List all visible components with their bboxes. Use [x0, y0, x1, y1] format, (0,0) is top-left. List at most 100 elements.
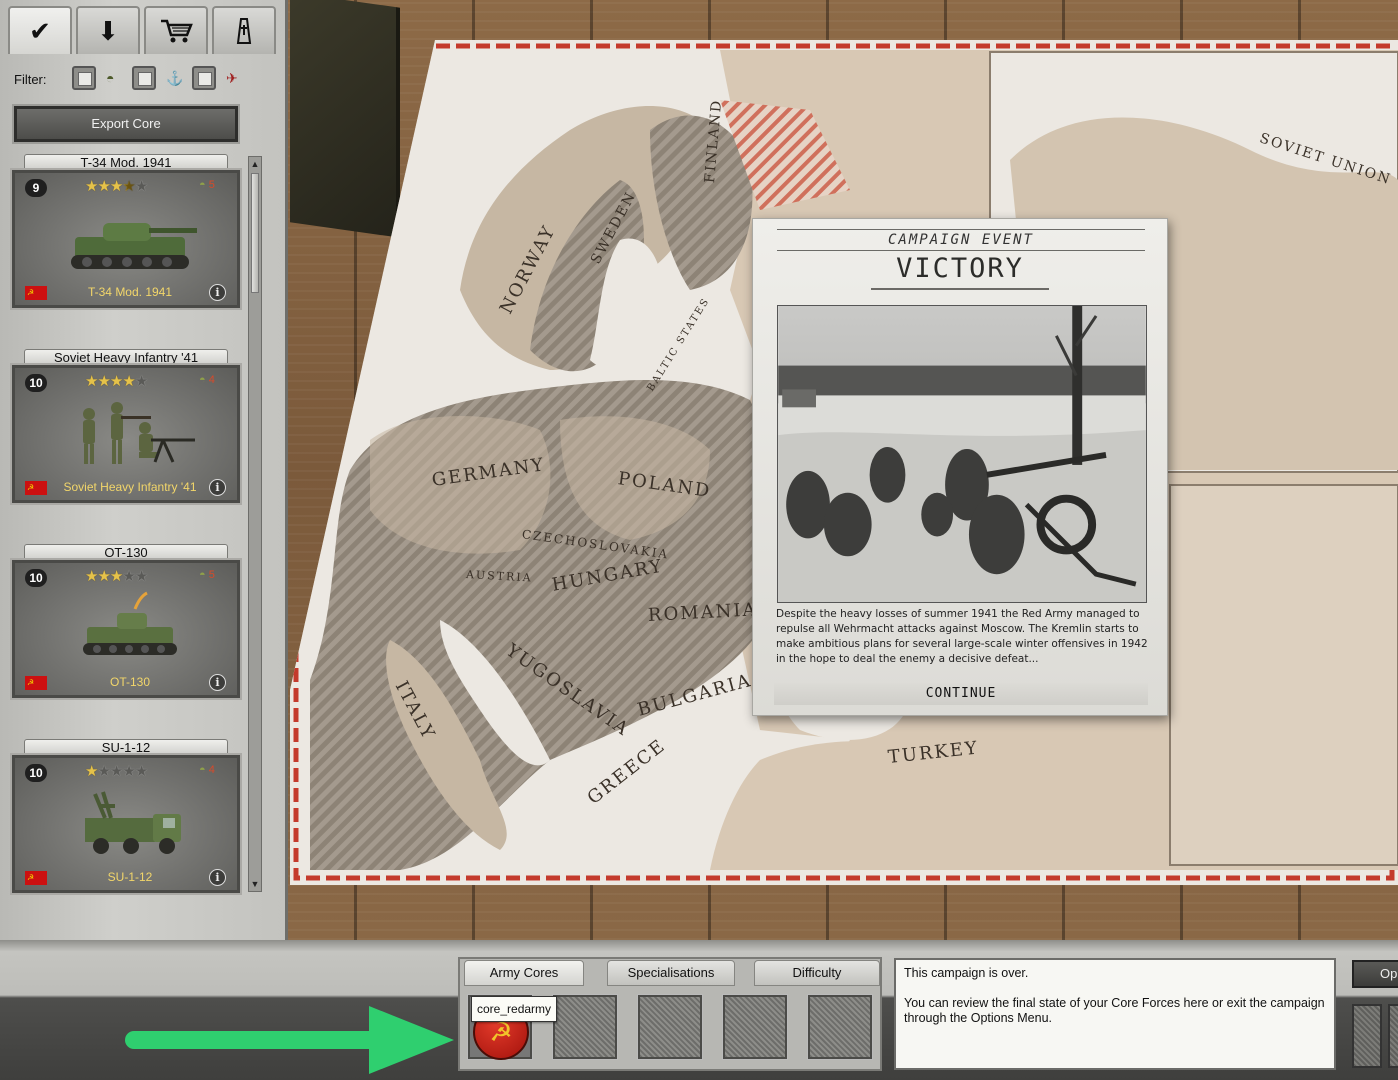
sidebar-tabs: ✔ ⬇ — [8, 6, 280, 54]
t34-tank-image — [71, 223, 197, 269]
unit-strength: ◓ 4 — [199, 374, 215, 386]
info-icon[interactable]: i — [209, 284, 226, 301]
unit-level-badge: 10 — [25, 764, 47, 782]
event-title: VICTORY — [871, 253, 1049, 290]
unit-level-badge: 10 — [25, 374, 47, 392]
star-icon: ★ — [109, 373, 123, 390]
unit-body: 10 ★★★★★ ◓ 4 ☭ Soviet Heavy Infantry '41… — [10, 363, 242, 505]
helmet-icon: ◓ — [199, 764, 206, 776]
side-slot — [1352, 1004, 1382, 1068]
core-slot-empty[interactable] — [637, 994, 703, 1060]
unit-card[interactable]: Soviet Heavy Infantry '41 10 ★★★★★ ◓ 4 ☭… — [10, 349, 242, 505]
helmet-icon: ◓ — [199, 569, 206, 581]
star-icon: ★ — [122, 568, 135, 585]
unit-stars: ★★★★★ — [85, 177, 148, 195]
tab-purchase[interactable] — [144, 6, 208, 54]
unit-stars: ★★★★★ — [85, 372, 148, 390]
unit-body: 9 ★★★★★ ◓ 5 ☭ T-34 Mod. 1941 i — [10, 168, 242, 310]
star-icon: ★ — [85, 178, 98, 195]
info-icon[interactable]: i — [209, 869, 226, 886]
info-icon[interactable]: i — [209, 674, 226, 691]
unit-body: 10 ★★★★★ ◓ 4 ☭ SU-1-12 i — [10, 753, 242, 895]
core-slot-empty[interactable] — [722, 994, 788, 1060]
tab-specialisations[interactable]: Specialisations — [607, 960, 735, 986]
star-icon: ★ — [109, 763, 123, 780]
filter-label: Filter: — [14, 72, 47, 87]
unit-stars: ★★★★★ — [85, 762, 148, 780]
ot130-tank-image — [83, 591, 177, 655]
unit-level-badge: 10 — [25, 569, 47, 587]
unit-body: 10 ★★★★★ ◓ 5 ☭ OT-130 i — [10, 558, 242, 700]
shop-cart-icon — [161, 19, 193, 43]
star-icon: ★ — [85, 373, 98, 390]
campaign-status-panel: This campaign is over. You can review th… — [894, 958, 1336, 1070]
filter-row: Filter: ◓ ⚓ ✈ — [14, 66, 274, 92]
unit-card[interactable]: T-34 Mod. 1941 9 ★★★★★ ◓ 5 ☭ T-34 Mod. 1… — [10, 154, 242, 310]
unit-card[interactable]: SU-1-12 10 ★★★★★ ◓ 4 ☭ SU-1-12 i — [10, 739, 242, 895]
options-button[interactable]: Op — [1352, 960, 1398, 988]
tab-army-cores[interactable]: Army Cores — [464, 960, 584, 986]
bottom-strip — [0, 940, 1398, 952]
anchor-icon: ⚓ — [166, 70, 184, 86]
unit-card[interactable]: OT-130 10 ★★★★★ ◓ 5 ☭ OT-130 i — [10, 544, 242, 700]
star-icon: ★ — [134, 568, 148, 585]
event-photo — [777, 305, 1147, 603]
star-icon: ★ — [85, 763, 98, 780]
filter-ground-checkbox[interactable] — [72, 66, 96, 90]
unit-name: SU-1-12 — [107, 870, 153, 884]
strength-value: 5 — [208, 569, 215, 581]
scroll-thumb[interactable] — [251, 173, 259, 293]
tab-difficulty[interactable]: Difficulty — [754, 960, 880, 986]
unit-stars: ★★★★★ — [85, 567, 148, 585]
unit-level-badge: 9 — [25, 179, 47, 197]
info-icon[interactable]: i — [209, 479, 226, 496]
unit-list: T-34 Mod. 1941 9 ★★★★★ ◓ 5 ☭ T-34 Mod. 1… — [10, 154, 242, 895]
grave-icon — [236, 18, 252, 44]
checkmark-icon: ✔ — [29, 15, 51, 46]
star-icon: ★ — [97, 178, 110, 195]
star-icon: ★ — [85, 568, 98, 585]
star-icon: ★ — [97, 373, 110, 390]
helmet-icon: ◓ — [106, 70, 115, 86]
filter-naval-checkbox[interactable] — [132, 66, 156, 90]
unit-list-scrollbar[interactable]: ▲ ▼ — [248, 156, 262, 892]
soviet-flag-icon: ☭ — [25, 676, 47, 690]
star-icon: ★ — [109, 178, 123, 195]
status-line-1: This campaign is over. — [904, 966, 1029, 980]
soviet-flag-icon: ☭ — [25, 871, 47, 885]
tab-active-units[interactable]: ✔ — [8, 6, 72, 54]
side-slot — [1388, 1004, 1398, 1068]
infantry-squad-image — [83, 402, 195, 464]
scroll-down-arrow-icon[interactable]: ▼ — [250, 879, 260, 889]
soviet-flag-icon: ☭ — [25, 286, 47, 300]
unit-name: T-34 Mod. 1941 — [87, 285, 173, 299]
core-tooltip: core_redarmy — [471, 996, 558, 1022]
unit-strength: ◓ 4 — [199, 764, 215, 776]
continue-button[interactable]: CONTINUE — [774, 683, 1148, 705]
core-units-sidebar: ✔ ⬇ Filter: ◓ ⚓ ✈ Export Core T-34 Mod. … — [0, 0, 288, 940]
star-icon: ★ — [134, 763, 148, 780]
unit-name: OT-130 — [109, 675, 151, 689]
filter-air-checkbox[interactable] — [192, 66, 216, 90]
export-core-button[interactable]: Export Core — [12, 104, 240, 144]
unit-strength: ◓ 5 — [199, 569, 215, 581]
core-slot-empty[interactable] — [807, 994, 873, 1060]
star-icon: ★ — [122, 178, 135, 195]
scroll-up-arrow-icon[interactable]: ▲ — [250, 159, 260, 169]
crate-decoration — [290, 0, 400, 238]
unit-name: Soviet Heavy Infantry '41 — [63, 480, 197, 494]
tab-reserve[interactable]: ⬇ — [76, 6, 140, 54]
plane-icon: ✈ — [226, 70, 238, 86]
tab-graveyard[interactable] — [212, 6, 276, 54]
su112-truck-image — [85, 791, 181, 854]
helmet-icon: ◓ — [199, 374, 206, 386]
download-icon: ⬇ — [97, 15, 119, 46]
star-icon: ★ — [122, 763, 135, 780]
core-slot-empty[interactable] — [552, 994, 618, 1060]
star-icon: ★ — [109, 568, 123, 585]
strength-value: 5 — [208, 179, 215, 191]
green-arrow-indicator — [125, 1006, 454, 1074]
event-description: Despite the heavy losses of summer 1941 … — [776, 608, 1148, 665]
strength-value: 4 — [208, 764, 215, 776]
soviet-flag-icon: ☭ — [25, 481, 47, 495]
